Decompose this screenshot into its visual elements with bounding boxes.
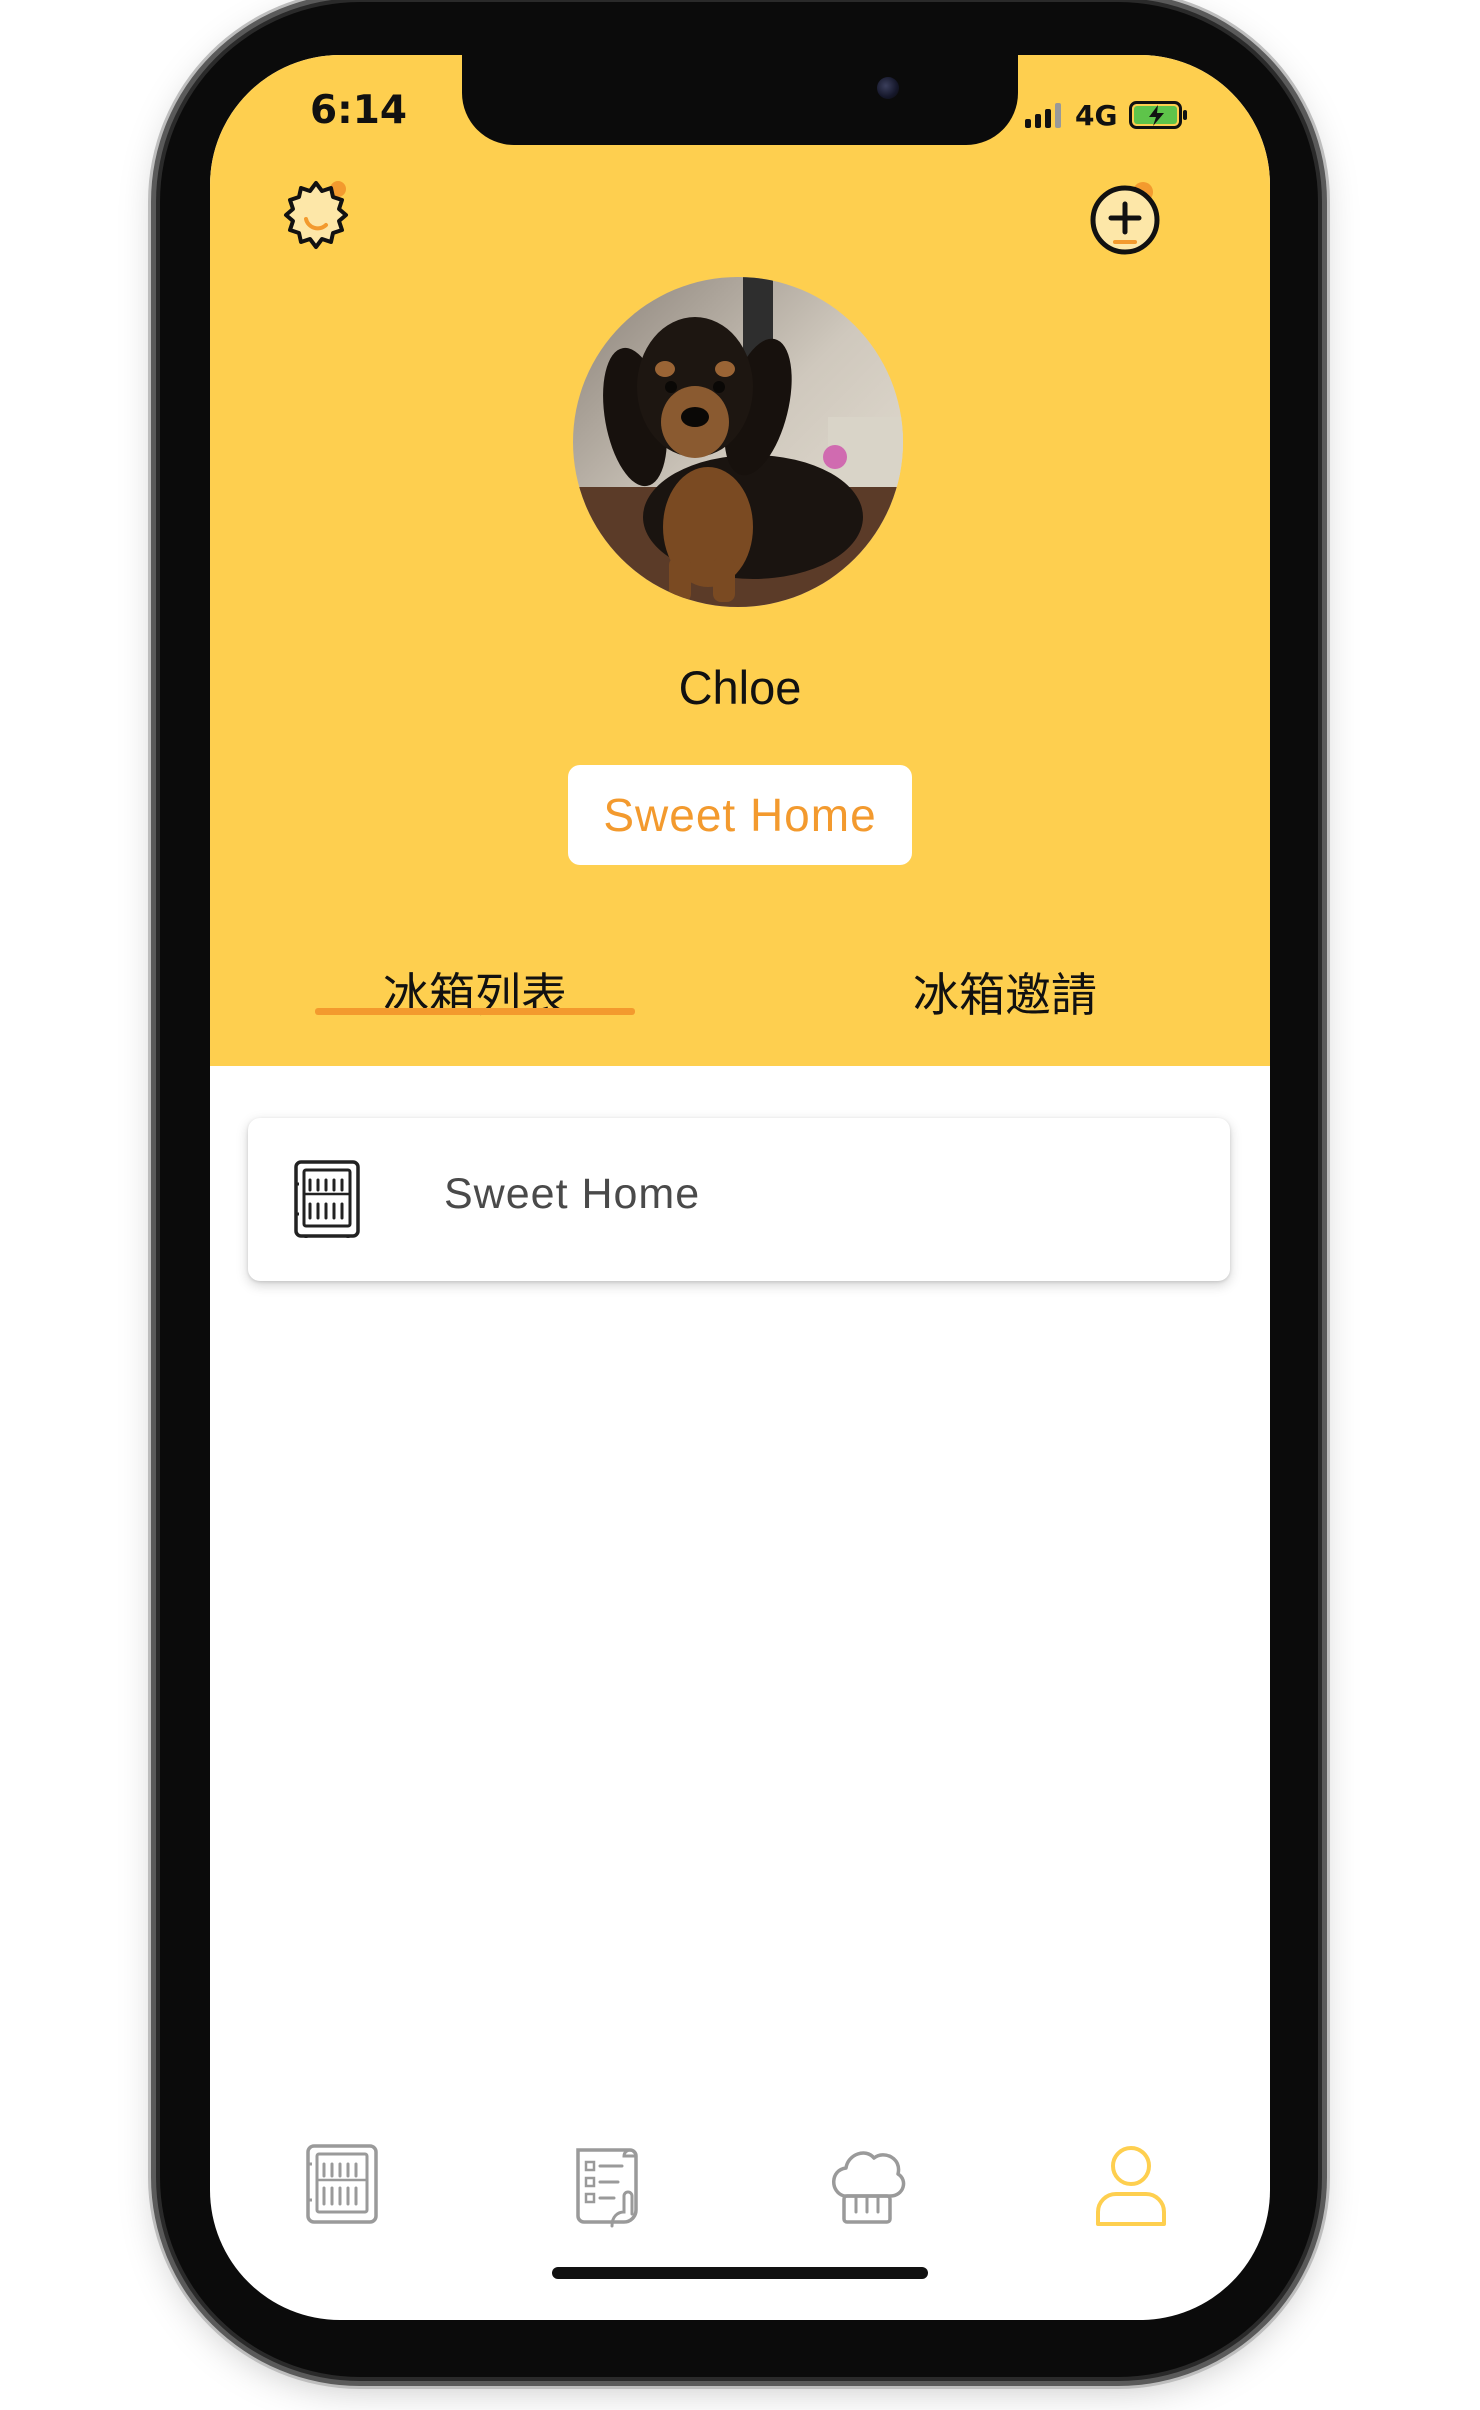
nav-chef-hat-icon[interactable] <box>822 2140 912 2230</box>
front-camera <box>877 77 899 99</box>
fridge-list-item[interactable]: Sweet Home <box>248 1118 1230 1281</box>
current-home-button[interactable]: Sweet Home <box>568 765 912 865</box>
network-type: 4G <box>1075 98 1118 132</box>
volume-up-button <box>148 545 158 735</box>
fridge-name: Sweet Home <box>444 1170 701 1218</box>
active-tab-indicator <box>315 1008 635 1015</box>
fridge-icon <box>294 1160 360 1238</box>
bottom-navigation <box>210 2140 1270 2240</box>
status-indicators: 4G <box>1025 95 1189 135</box>
avatar[interactable] <box>573 277 903 607</box>
battery-charging-icon <box>1129 101 1188 129</box>
app-screen: 6:14 4G Chloe Sweet Home 冰箱列表 冰箱邀請 Sweet… <box>210 55 1270 2320</box>
gear-icon[interactable] <box>276 175 356 255</box>
add-fridge-icon[interactable] <box>1085 180 1165 260</box>
nav-checklist-icon[interactable] <box>560 2140 650 2230</box>
notch <box>462 55 1018 145</box>
signal-icon <box>1025 102 1061 128</box>
tab-fridge-invite[interactable]: 冰箱邀請 <box>845 950 1165 1066</box>
nav-user-icon[interactable] <box>1086 2140 1176 2230</box>
silent-switch <box>148 365 158 470</box>
profile-header: 6:14 4G Chloe Sweet Home 冰箱列表 冰箱邀請 <box>210 55 1270 1066</box>
status-time: 6:14 <box>310 88 408 133</box>
volume-down-button <box>148 780 158 970</box>
user-name: Chloe <box>678 661 802 714</box>
power-button <box>1318 592 1328 887</box>
home-indicator[interactable] <box>552 2267 928 2279</box>
nav-fridge-icon[interactable] <box>298 2140 388 2230</box>
